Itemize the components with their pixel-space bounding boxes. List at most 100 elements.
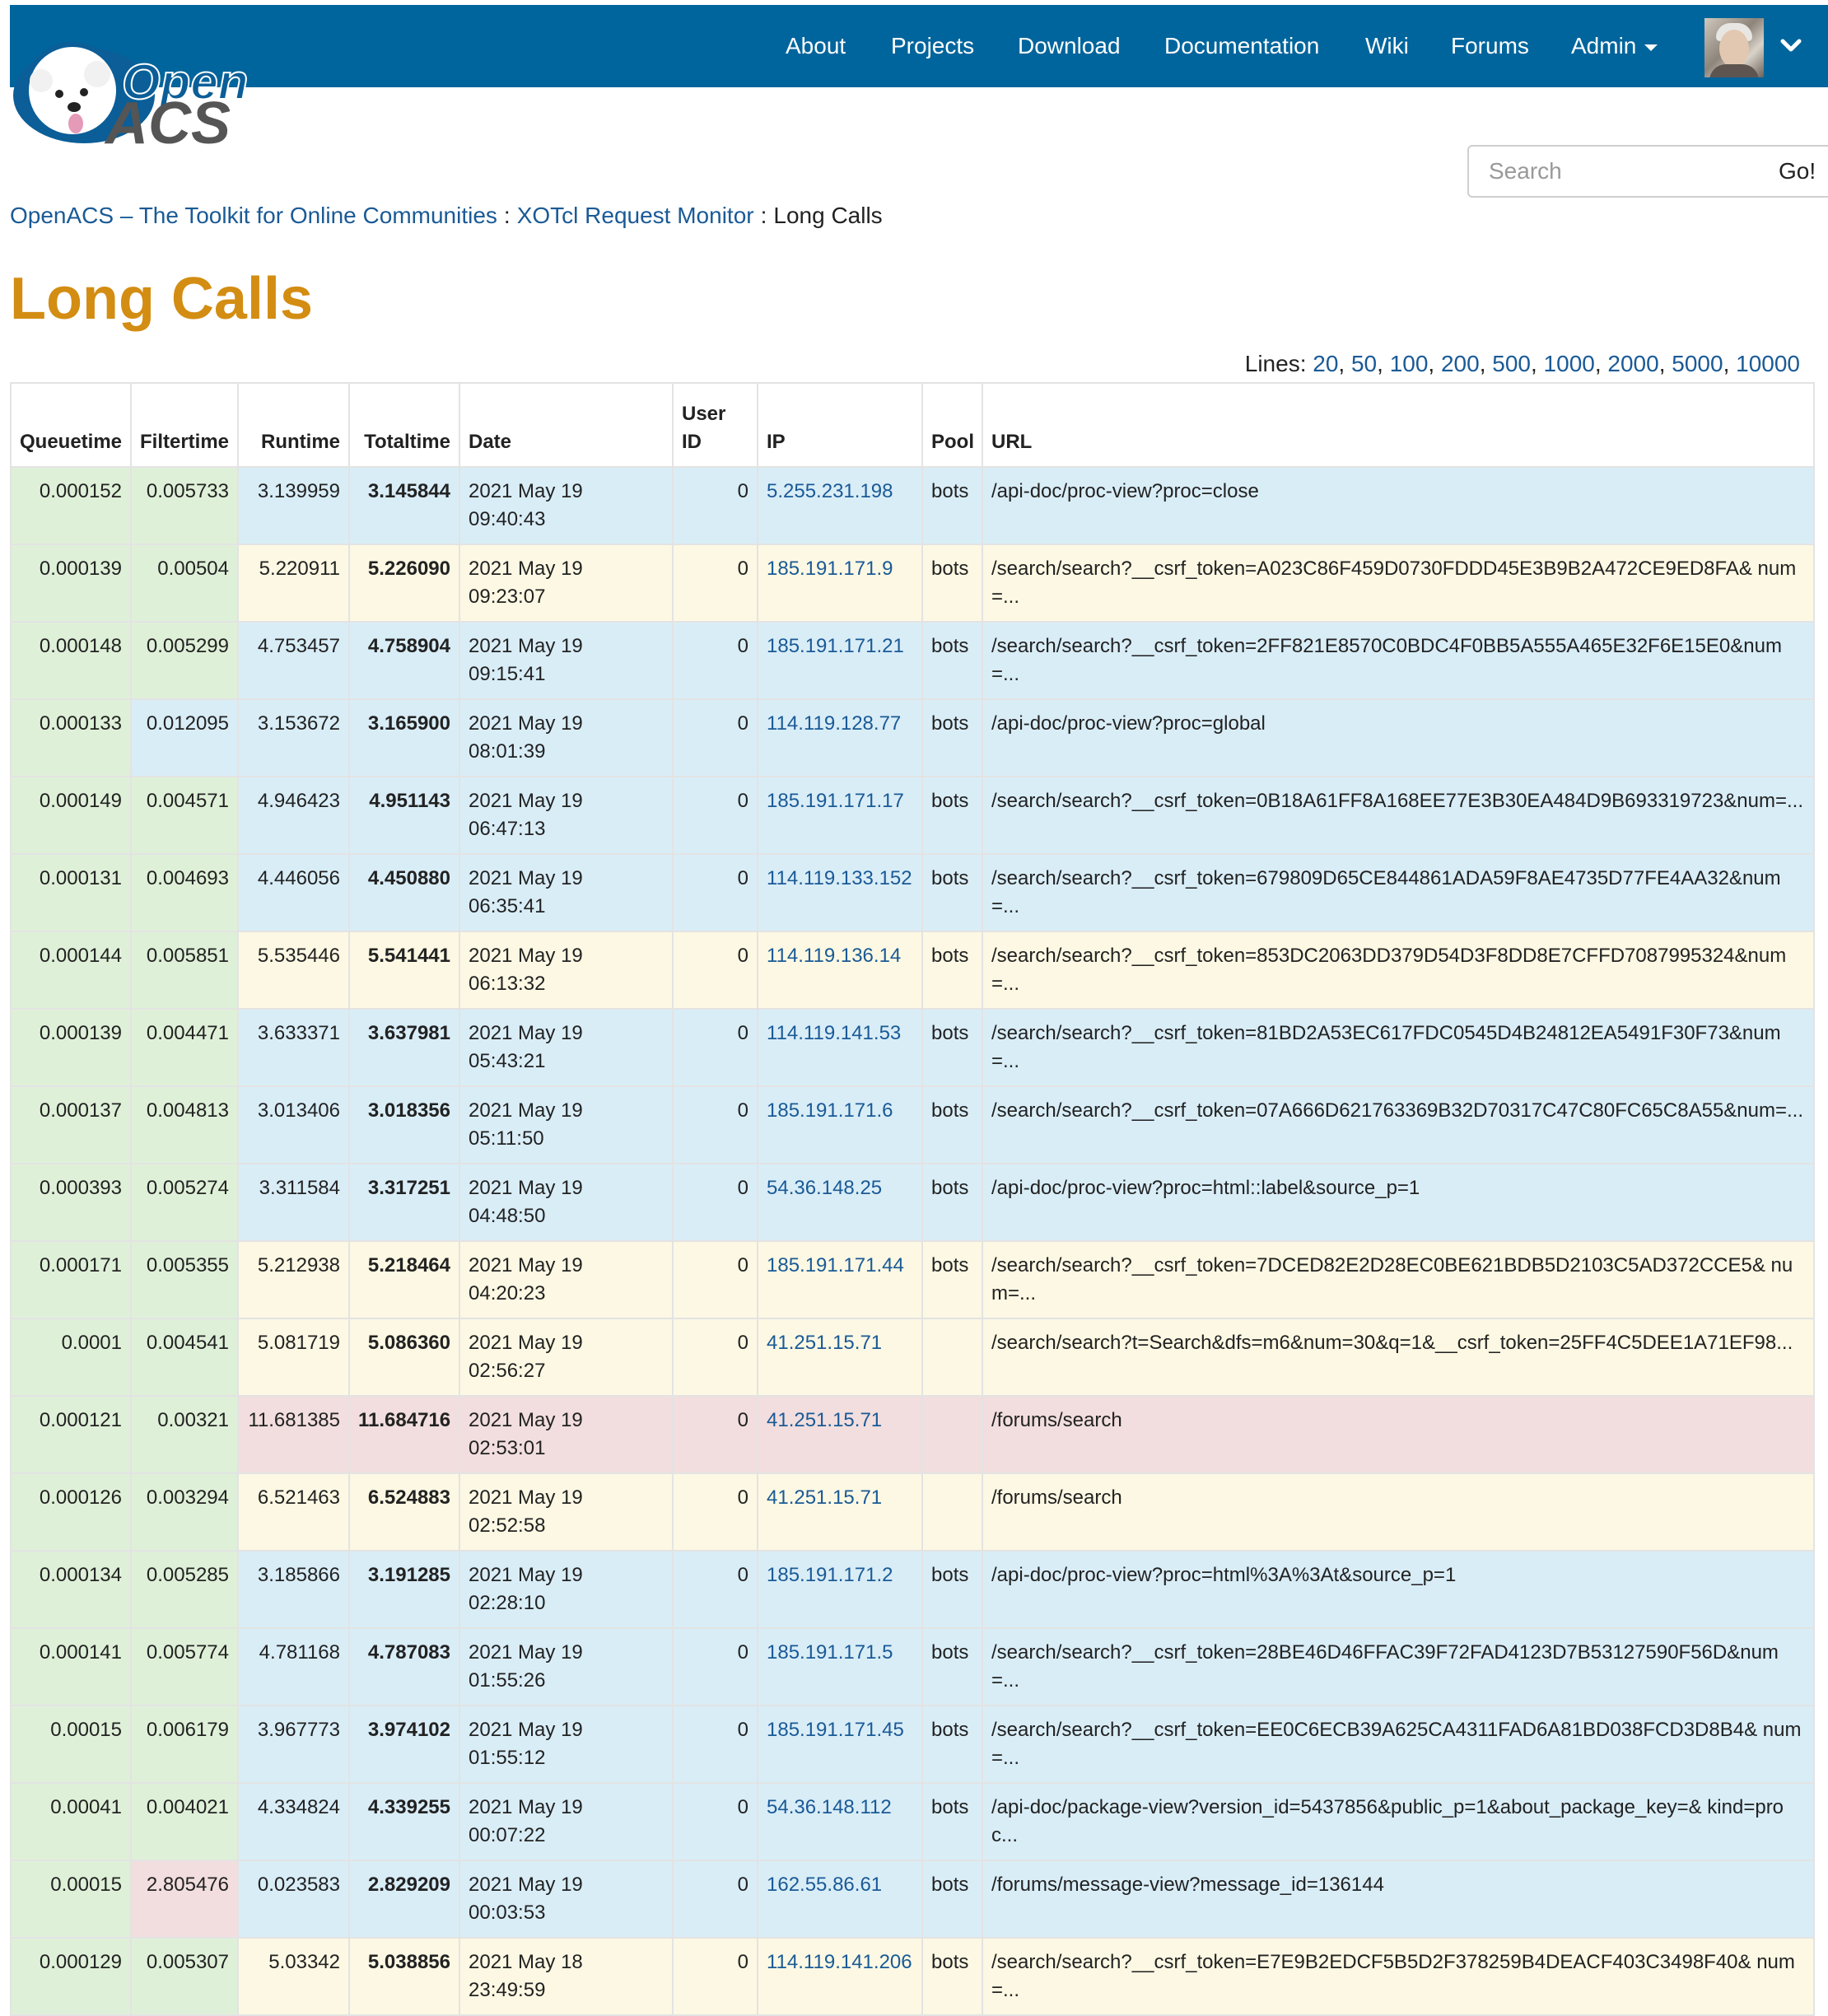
cell-ip-link[interactable]: 114.119.141.206 [757, 1937, 923, 2016]
table-row: 0.000393 0.005274 3.311584 3.317251 2021 May… [10, 1163, 1815, 1242]
cell-ip-link[interactable]: 185.191.171.9 [757, 544, 923, 623]
cell-totaltime: 11.684716 [348, 1395, 460, 1474]
column-header-date[interactable]: Date [459, 382, 674, 468]
cell-queuetime: 0.00015 [10, 1860, 132, 1939]
column-header-runtime[interactable]: Runtime [237, 382, 350, 468]
search-go-button[interactable]: Go! [1757, 145, 1828, 198]
cell-queuetime: 0.000139 [10, 1008, 132, 1087]
lines-option[interactable]: 10000 [1736, 351, 1800, 376]
cell-runtime: 5.081719 [237, 1318, 350, 1397]
breadcrumb-request-monitor[interactable]: XOTcl Request Monitor [517, 203, 754, 228]
column-header-filtertime[interactable]: Filtertime [130, 382, 239, 468]
lines-option[interactable]: 100 [1390, 351, 1429, 376]
column-header-queuetime[interactable]: Queuetime [10, 382, 132, 468]
table-row: 0.000139 0.00504 5.220911 5.226090 2021 May … [10, 544, 1815, 623]
cell-ip-link[interactable]: 54.36.148.25 [757, 1163, 923, 1242]
cell-ip-link[interactable]: 54.36.148.112 [757, 1782, 923, 1861]
cell-ip-link[interactable]: 185.191.171.17 [757, 776, 923, 855]
cell-ip-link[interactable]: 5.255.231.198 [757, 466, 923, 545]
cell-ip-link[interactable]: 185.191.171.6 [757, 1085, 923, 1164]
cell-filtertime: 0.006179 [130, 1705, 239, 1784]
nav-about[interactable]: About [786, 28, 846, 64]
cell-ip-link[interactable]: 114.119.141.53 [757, 1008, 923, 1087]
table-row: 0.000171 0.005355 5.212938 5.218464 2021 May… [10, 1240, 1815, 1319]
cell-user-id: 0 [672, 698, 758, 777]
cell-url: /search/search?__csrf_token=E7E9B2EDCF5B… [982, 1937, 1815, 2016]
cell-runtime: 5.212938 [237, 1240, 350, 1319]
cell-runtime: 0.023583 [237, 1860, 350, 1939]
chevron-down-icon[interactable] [1779, 33, 1803, 58]
column-header-url[interactable]: URL [982, 382, 1815, 468]
cell-ip-link[interactable]: 162.55.86.61 [757, 1860, 923, 1939]
cell-totaltime: 3.018356 [348, 1085, 460, 1164]
nav-admin-dropdown[interactable]: Admin [1571, 28, 1658, 64]
cell-runtime: 4.753457 [237, 621, 350, 700]
cell-runtime: 5.535446 [237, 931, 350, 1010]
lines-option[interactable]: 1000 [1544, 351, 1595, 376]
cell-totaltime: 4.787083 [348, 1627, 460, 1706]
cell-pool: bots [921, 466, 983, 545]
cell-ip-link[interactable]: 41.251.15.71 [757, 1472, 923, 1552]
cell-url: /api-doc/package-view?version_id=5437856… [982, 1782, 1815, 1861]
cell-filtertime: 0.004471 [130, 1008, 239, 1087]
openacs-logo[interactable]: Open ACS [8, 41, 272, 148]
cell-queuetime: 0.000393 [10, 1163, 132, 1242]
lines-label: Lines: [1244, 351, 1307, 376]
cell-filtertime: 0.004541 [130, 1318, 239, 1397]
column-header-ip[interactable]: IP [757, 382, 923, 468]
cell-ip-link[interactable]: 41.251.15.71 [757, 1395, 923, 1474]
cell-ip-link[interactable]: 185.191.171.44 [757, 1240, 923, 1319]
cell-ip-link[interactable]: 114.119.128.77 [757, 698, 923, 777]
lines-option[interactable]: 50 [1351, 351, 1377, 376]
cell-user-id: 0 [672, 466, 758, 545]
nav-download[interactable]: Download [1018, 28, 1121, 64]
cell-pool: bots [921, 1627, 983, 1706]
cell-user-id: 0 [672, 1937, 758, 2016]
column-header-pool[interactable]: Pool [921, 382, 983, 468]
table-row: 0.000129 0.005307 5.03342 5.038856 2021 May … [10, 1937, 1815, 2016]
cell-runtime: 11.681385 [237, 1395, 350, 1474]
cell-user-id: 0 [672, 621, 758, 700]
cell-ip-link[interactable]: 185.191.171.5 [757, 1627, 923, 1706]
cell-runtime: 5.03342 [237, 1937, 350, 2016]
nav-forums[interactable]: Forums [1451, 28, 1529, 64]
cell-user-id: 0 [672, 1860, 758, 1939]
cell-ip-link[interactable]: 185.191.171.2 [757, 1550, 923, 1629]
cell-pool: bots [921, 1860, 983, 1939]
breadcrumb-openacs[interactable]: OpenACS – The Toolkit for Online Communi… [10, 203, 497, 228]
cell-date: 2021 May 19 02:28:10 [459, 1550, 674, 1629]
cell-date: 2021 May 19 05:43:21 [459, 1008, 674, 1087]
lines-option[interactable]: 20 [1313, 351, 1338, 376]
lines-option[interactable]: 5000 [1672, 351, 1723, 376]
nav-documentation[interactable]: Documentation [1164, 28, 1319, 64]
cell-pool [921, 1318, 983, 1397]
cell-ip-link[interactable]: 185.191.171.21 [757, 621, 923, 700]
lines-option[interactable]: 500 [1492, 351, 1531, 376]
top-navbar: About Projects Download Documentation Wi… [10, 5, 1828, 87]
column-header-totaltime[interactable]: Totaltime [348, 382, 460, 468]
table-row: 0.000121 0.00321 11.681385 11.684716 2021 Ma… [10, 1395, 1815, 1474]
nav-wiki[interactable]: Wiki [1365, 28, 1409, 64]
breadcrumb-current: Long Calls [773, 203, 883, 228]
table-row: 0.00015 2.805476 0.023583 2.829209 2021 May … [10, 1860, 1815, 1939]
cell-filtertime: 0.00504 [130, 544, 239, 623]
cell-filtertime: 0.012095 [130, 698, 239, 777]
column-header-user-id[interactable]: User ID [672, 382, 758, 468]
cell-totaltime: 5.541441 [348, 931, 460, 1010]
cell-url: /search/search?__csrf_token=07A666D62176… [982, 1085, 1815, 1164]
cell-totaltime: 2.829209 [348, 1860, 460, 1939]
cell-ip-link[interactable]: 114.119.133.152 [757, 853, 923, 932]
cell-ip-link[interactable]: 114.119.136.14 [757, 931, 923, 1010]
user-avatar[interactable] [1704, 18, 1764, 77]
cell-user-id: 0 [672, 1163, 758, 1242]
cell-date: 2021 May 19 08:01:39 [459, 698, 674, 777]
search-input[interactable] [1467, 145, 1759, 198]
lines-option[interactable]: 200 [1441, 351, 1480, 376]
lines-option[interactable]: 2000 [1607, 351, 1658, 376]
nav-projects[interactable]: Projects [891, 28, 974, 64]
cell-queuetime: 0.000134 [10, 1550, 132, 1629]
cell-queuetime: 0.000148 [10, 621, 132, 700]
cell-url: /forums/message-view?message_id=136144 [982, 1860, 1815, 1939]
cell-ip-link[interactable]: 185.191.171.45 [757, 1705, 923, 1784]
cell-ip-link[interactable]: 41.251.15.71 [757, 1318, 923, 1397]
